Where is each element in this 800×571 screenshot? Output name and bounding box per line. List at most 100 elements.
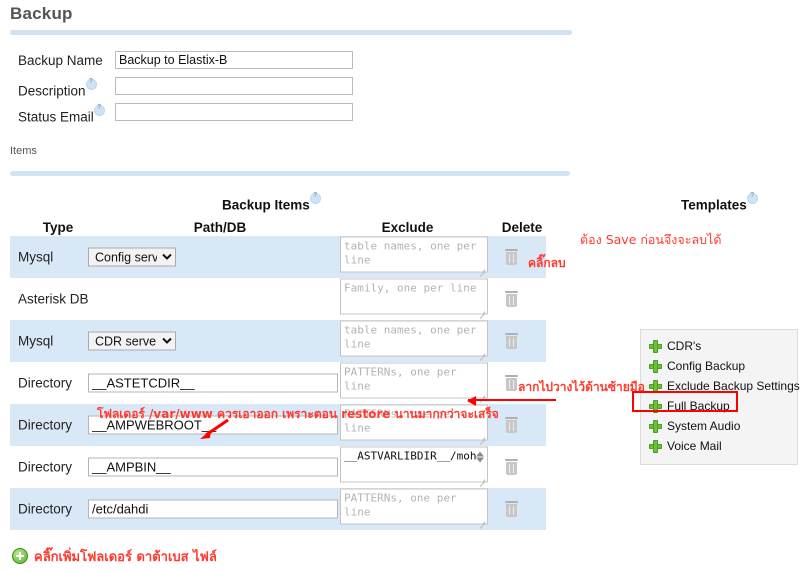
- table-header-path-db: Path/DB: [193, 220, 247, 235]
- chevron-down-icon[interactable]: [476, 457, 484, 463]
- exclude-textarea[interactable]: [340, 320, 488, 357]
- template-item[interactable]: Config Backup: [641, 356, 797, 376]
- templates-heading: Templates: [681, 191, 758, 213]
- row-path-cell: [88, 499, 338, 519]
- help-icon-backup-items[interactable]: [309, 191, 321, 204]
- add-item-icon[interactable]: [12, 548, 28, 564]
- exclude-textarea[interactable]: [340, 236, 488, 273]
- table-row: Directory __ASTVARLIBDIR__/moh: [10, 446, 546, 488]
- row-path-cell: CDR server: [88, 331, 176, 351]
- form-label-text: Status Email: [18, 109, 94, 125]
- row-delete-cell: [505, 501, 518, 517]
- plus-icon: [649, 399, 662, 413]
- row-delete-cell: [505, 291, 518, 307]
- row-exclude-cell: __ASTVARLIBDIR__/moh: [340, 446, 488, 488]
- templates-panel: CDR's Config Backup Exclude Backup Setting…: [640, 329, 800, 465]
- form-label-text: Description: [18, 83, 86, 99]
- trash-body: [506, 462, 517, 475]
- trash-icon[interactable]: [505, 417, 518, 433]
- help-icon-templates[interactable]: [746, 191, 758, 204]
- exclude-textarea[interactable]: [340, 362, 488, 399]
- spinner-control[interactable]: [476, 451, 485, 465]
- field-input-0[interactable]: [115, 51, 353, 69]
- row-exclude-cell: [340, 488, 488, 530]
- row-type-label: Directory: [18, 459, 73, 475]
- table-row: Directory: [10, 362, 546, 404]
- template-item-label: Full Backup: [667, 399, 730, 413]
- annotation-add-note: คลิ๊กเพิ่มโฟลเดอร์ ดาต้าเบส ไฟล์: [34, 550, 217, 565]
- template-item[interactable]: Full Backup: [641, 396, 797, 416]
- chevron-up-icon[interactable]: [476, 451, 484, 457]
- trash-body: [506, 336, 517, 349]
- field-input-1[interactable]: [115, 77, 353, 95]
- row-type-label: Mysql: [18, 333, 54, 349]
- row-path-cell: [88, 457, 338, 477]
- path-db-select[interactable]: Config server: [88, 247, 176, 267]
- plus-icon: [649, 359, 662, 373]
- field-input-2[interactable]: [115, 103, 353, 121]
- row-exclude-cell: [340, 278, 488, 320]
- plus-icon: [649, 439, 662, 453]
- trash-body: [506, 504, 517, 517]
- plus-icon: [649, 379, 662, 393]
- path-text-input[interactable]: [88, 499, 338, 519]
- exclude-textarea[interactable]: [340, 488, 488, 525]
- trash-icon[interactable]: [505, 333, 518, 349]
- row-type-label: Directory: [18, 501, 73, 517]
- row-path-cell: Config server: [88, 247, 176, 267]
- table-row: Mysql CDR server: [10, 320, 546, 362]
- form-label-2: Status Email: [18, 103, 105, 125]
- title-divider: [10, 30, 572, 35]
- trash-lid: [505, 375, 518, 377]
- trash-icon[interactable]: [505, 375, 518, 391]
- trash-icon[interactable]: [505, 501, 518, 517]
- path-text-input[interactable]: [88, 373, 338, 393]
- trash-lid: [505, 459, 518, 461]
- backup-items-table: Mysql Config server Asterisk DB Mysql CDR se…: [10, 236, 546, 530]
- exclude-textarea[interactable]: __ASTVARLIBDIR__/moh: [340, 446, 488, 483]
- add-item-row: [12, 548, 28, 569]
- annotation-must-save: ต้อง Save ก่อนจึงจะลบได้: [580, 232, 722, 247]
- backup-items-heading: Backup Items: [222, 191, 321, 213]
- row-delete-cell: [505, 417, 518, 433]
- template-item[interactable]: Voice Mail: [641, 436, 797, 456]
- trash-lid: [505, 291, 518, 293]
- trash-icon[interactable]: [505, 291, 518, 307]
- row-delete-cell: [505, 459, 518, 475]
- trash-lid: [505, 417, 518, 419]
- trash-body: [506, 294, 517, 307]
- row-path-cell: [88, 373, 338, 393]
- row-delete-cell: [505, 249, 518, 265]
- trash-body: [506, 420, 517, 433]
- row-type-label: Directory: [18, 375, 73, 391]
- help-icon-field-1[interactable]: [85, 77, 97, 90]
- annotation-delete-click: คลิ๊กลบ: [528, 256, 566, 270]
- path-db-select[interactable]: CDR server: [88, 331, 176, 351]
- exclude-textarea[interactable]: [340, 278, 488, 315]
- row-type-label: Mysql: [18, 249, 54, 265]
- trash-body: [506, 252, 517, 265]
- template-item[interactable]: CDR's: [641, 336, 797, 356]
- row-exclude-cell: [340, 362, 488, 404]
- template-item[interactable]: System Audio: [641, 416, 797, 436]
- trash-icon[interactable]: [505, 249, 518, 265]
- help-icon-field-2[interactable]: [93, 103, 105, 116]
- table-row: Mysql Config server: [10, 236, 546, 278]
- annotation-webroot-note: โฟลเดอร์ /var/www ควรเอาออก เพราะตอน res…: [97, 407, 499, 421]
- template-item-label: Exclude Backup Settings: [667, 379, 800, 393]
- drag-arrow: [467, 396, 556, 406]
- table-header-type: Type: [42, 220, 74, 235]
- row-exclude-cell: [340, 236, 488, 278]
- row-delete-cell: [505, 375, 518, 391]
- path-text-input[interactable]: [88, 457, 338, 477]
- template-item-label: Voice Mail: [667, 439, 722, 453]
- trash-lid: [505, 501, 518, 503]
- trash-icon[interactable]: [505, 459, 518, 475]
- template-item[interactable]: Exclude Backup Settings: [641, 376, 800, 396]
- page-title: Backup: [10, 4, 73, 23]
- table-header-delete: Delete: [501, 220, 543, 235]
- row-type-label: Directory: [18, 417, 73, 433]
- trash-body: [506, 378, 517, 391]
- template-item-label: CDR's: [667, 339, 702, 353]
- table-header-exclude: Exclude: [381, 220, 434, 235]
